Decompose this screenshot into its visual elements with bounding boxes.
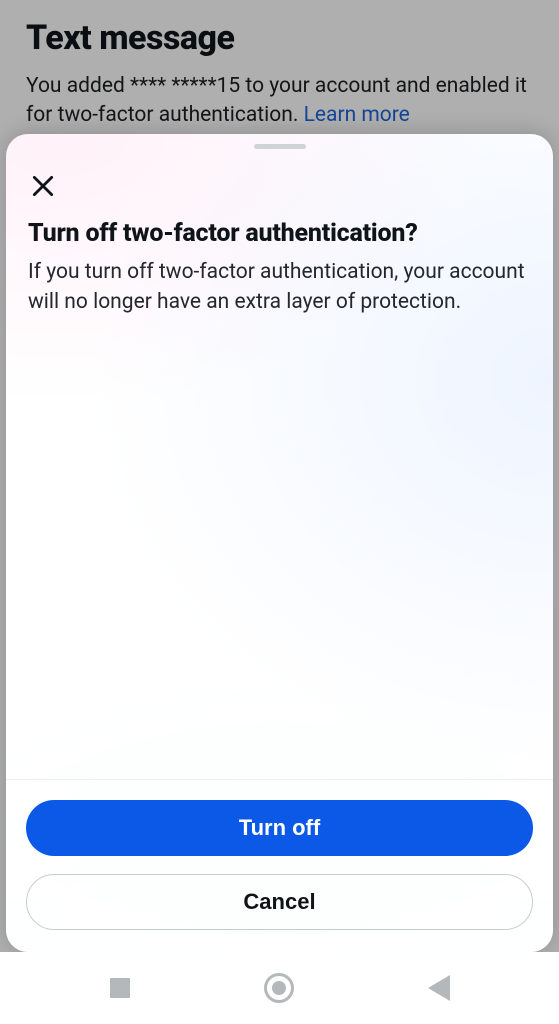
nav-recent-button[interactable] — [90, 958, 150, 1018]
sheet-grabber[interactable] — [254, 144, 306, 149]
close-icon — [30, 173, 56, 199]
turn-off-button[interactable]: Turn off — [26, 800, 533, 856]
circle-icon — [264, 973, 294, 1003]
close-button[interactable] — [26, 169, 60, 203]
dialog-body: Turn off two-factor authentication? If y… — [6, 209, 553, 779]
dialog-description: If you turn off two-factor authenticatio… — [28, 258, 531, 318]
dialog-actions: Turn off Cancel — [6, 779, 553, 952]
confirm-dialog: Turn off two-factor authentication? If y… — [6, 134, 553, 952]
nav-back-button[interactable] — [409, 958, 469, 1018]
android-nav-bar — [0, 952, 559, 1024]
triangle-back-icon — [428, 975, 450, 1001]
square-icon — [110, 978, 130, 998]
dialog-header — [6, 151, 553, 209]
dialog-title: Turn off two-factor authentication? — [28, 219, 531, 248]
nav-home-button[interactable] — [249, 958, 309, 1018]
cancel-button[interactable]: Cancel — [26, 874, 533, 930]
